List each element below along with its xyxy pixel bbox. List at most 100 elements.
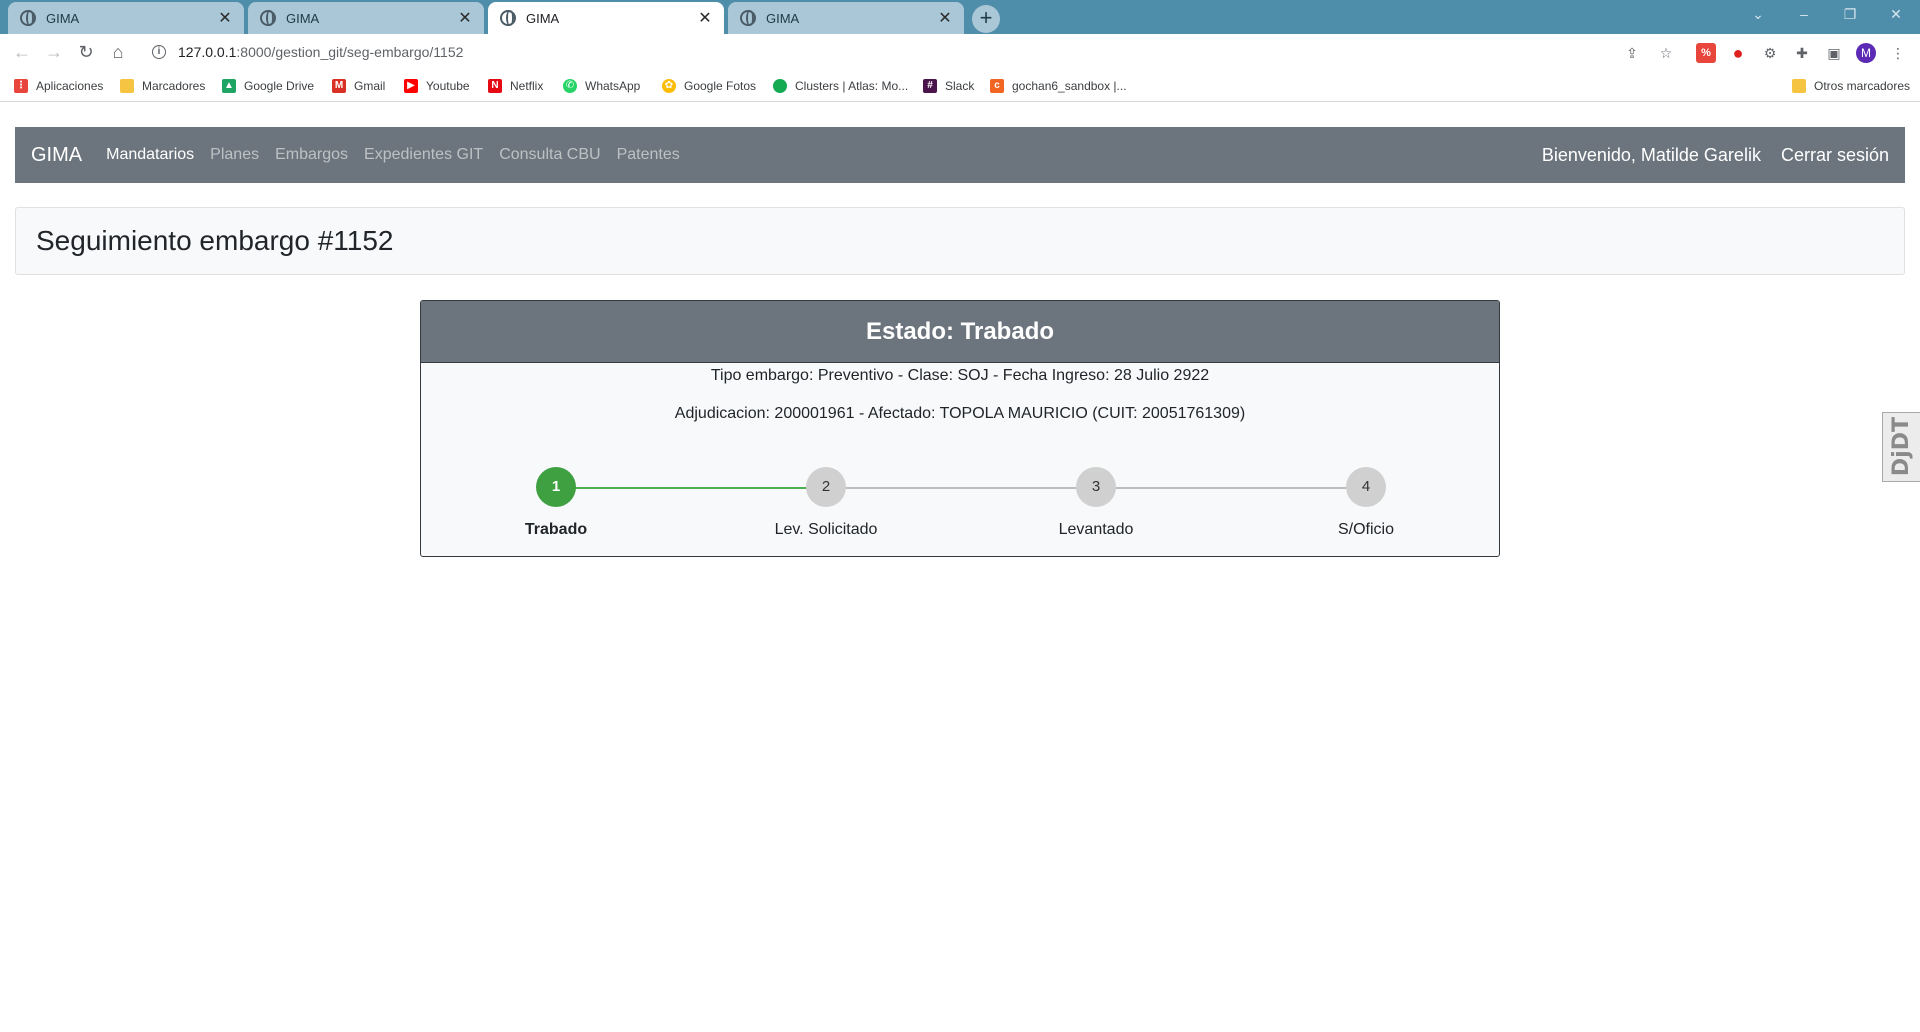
nav-link-expedientes-git[interactable]: Expedientes GIT — [364, 146, 483, 164]
tab-title: GIMA — [286, 10, 320, 26]
back-icon[interactable]: ← — [10, 40, 34, 64]
brand-logo[interactable]: GIMA — [31, 144, 82, 167]
tab-title: GIMA — [46, 10, 80, 26]
status-heading: Estado: Trabado — [421, 301, 1499, 363]
nav-user-area: Bienvenido, Matilde Garelik Cerrar sesió… — [1522, 145, 1889, 166]
bookmark-item[interactable]: ✿ Google Fotos — [662, 77, 756, 95]
minimize-button[interactable]: – — [1784, 6, 1824, 22]
step-label: Levantado — [1058, 521, 1134, 538]
site-info-icon[interactable]: i — [152, 45, 166, 59]
share-icon[interactable]: ⇪ — [1622, 43, 1642, 63]
browser-tab[interactable]: GIMA ✕ — [248, 2, 484, 34]
close-icon[interactable]: ✕ — [216, 8, 234, 28]
youtube-icon: ▶ — [404, 79, 418, 93]
step-label: S/Oficio — [1337, 521, 1394, 538]
restore-button[interactable]: ❐ — [1830, 6, 1870, 23]
bookmark-item[interactable]: ⋮ Aplicaciones — [14, 77, 103, 95]
bookmarks-bar: ⋮ Aplicaciones Marcadores ▲ Google Drive M… — [0, 70, 1920, 102]
extension-icon[interactable]: % — [1696, 43, 1716, 63]
step-lev-solicitado: 2 Lev. Solicitado — [726, 467, 926, 539]
welcome-text: Bienvenido, Matilde Garelik — [1541, 144, 1761, 165]
step-trabado: 1 Trabado — [456, 467, 656, 539]
debug-toolbar-label: DjDT — [1889, 417, 1914, 477]
bookmark-label: Google Fotos — [684, 79, 757, 93]
bookmark-star-icon[interactable]: ☆ — [1656, 43, 1676, 63]
nav-link-consulta-cbu[interactable]: Consulta CBU — [499, 146, 600, 164]
bookmark-item[interactable]: c gochan6_sandbox |... — [990, 77, 1127, 95]
avatar[interactable]: M — [1856, 43, 1876, 63]
tab-strip: GIMA ✕ GIMA ✕ GIMA ✕ GIMA ✕ + ⌄ – ❐ ✕ — [0, 0, 1920, 34]
menu-icon[interactable]: ⋮ — [1888, 43, 1908, 63]
page-title: Seguimiento embargo #1152 — [36, 225, 394, 256]
step-label: Lev. Solicitado — [774, 521, 878, 538]
tab-title: GIMA — [766, 10, 800, 26]
bookmark-item[interactable]: Clusters | Atlas: Mo... — [773, 77, 908, 95]
apps-grid-icon: ⋮ — [14, 79, 28, 93]
close-icon[interactable]: ✕ — [696, 8, 714, 28]
step-s-oficio: 4 S/Oficio — [1266, 467, 1466, 539]
browser-tab[interactable]: GIMA ✕ — [728, 2, 964, 34]
side-panel-icon[interactable]: ▣ — [1824, 43, 1844, 63]
bookmark-label: Gmail — [354, 79, 386, 93]
other-bookmarks-label: Otros marcadores — [1814, 79, 1911, 93]
gmail-icon: M — [332, 79, 346, 93]
bookmark-item[interactable]: N Netflix — [488, 77, 543, 95]
bookmark-item[interactable]: ▲ Google Drive — [222, 77, 314, 95]
slack-icon: # — [923, 79, 937, 93]
adjudicacion-details: Adjudicacion: 200001961 - Afectado: TOPO… — [674, 405, 1246, 422]
bookmark-item[interactable]: ✆ WhatsApp — [563, 77, 640, 95]
step-number: 2 — [806, 467, 846, 507]
bookmark-item[interactable]: # Slack — [923, 77, 974, 95]
embargo-status-card: Estado: Trabado Tipo embargo: Preventivo… — [420, 300, 1500, 557]
step-label: Trabado — [524, 521, 588, 538]
tab-title: GIMA — [526, 10, 560, 26]
bookmark-label: Marcadores — [142, 79, 206, 93]
new-tab-button[interactable]: + — [972, 5, 1000, 33]
tab-search-icon[interactable]: ⌄ — [1738, 6, 1778, 23]
netflix-icon: N — [488, 79, 502, 93]
other-bookmarks[interactable]: Otros marcadores — [1792, 77, 1910, 95]
browser-tab[interactable]: GIMA ✕ — [8, 2, 244, 34]
globe-icon — [740, 10, 756, 26]
bookmark-label: gochan6_sandbox |... — [1012, 79, 1127, 93]
bookmark-label: Aplicaciones — [36, 79, 104, 93]
google-drive-icon: ▲ — [222, 79, 236, 93]
bookmark-label: Youtube — [426, 79, 470, 93]
close-icon[interactable]: ✕ — [456, 8, 474, 28]
django-debug-toolbar-handle[interactable]: DjDT — [1882, 412, 1920, 482]
app-navbar: GIMA Mandatarios Planes Embargos Expedie… — [15, 127, 1905, 183]
step-number: 3 — [1076, 467, 1116, 507]
browser-toolbar: ← → ↻ ⌂ i 127.0.0.1:8000/gestion_git/seg… — [0, 34, 1920, 70]
nav-link-patentes[interactable]: Patentes — [617, 146, 680, 164]
bookmark-label: Google Drive — [244, 79, 315, 93]
reload-icon[interactable]: ↻ — [74, 40, 98, 64]
status-stepper: 1 Trabado 2 Lev. Solicitado 3 Levantado … — [421, 465, 1499, 545]
whatsapp-icon: ✆ — [563, 79, 577, 93]
step-levantado: 3 Levantado — [996, 467, 1196, 539]
step-number: 4 — [1346, 467, 1386, 507]
gear-icon[interactable]: ⚙ — [1760, 43, 1780, 63]
nav-link-planes[interactable]: Planes — [210, 146, 259, 164]
mongodb-icon — [773, 79, 787, 93]
browser-tab-active[interactable]: GIMA ✕ — [488, 2, 724, 34]
globe-icon — [500, 10, 516, 26]
logout-link[interactable]: Cerrar sesión — [1781, 145, 1889, 166]
close-icon[interactable]: ✕ — [936, 8, 954, 28]
bookmark-label: Slack — [945, 79, 975, 93]
adblock-extension-icon[interactable]: ● — [1728, 43, 1748, 63]
forward-icon[interactable]: → — [42, 40, 66, 64]
bookmark-label: WhatsApp — [585, 79, 641, 93]
bookmark-label: Clusters | Atlas: Mo... — [795, 79, 909, 93]
nav-link-embargos[interactable]: Embargos — [275, 146, 348, 164]
home-icon[interactable]: ⌂ — [106, 40, 130, 64]
address-bar[interactable]: i 127.0.0.1:8000/gestion_git/seg-embargo… — [140, 37, 1680, 67]
bookmark-item[interactable]: Marcadores — [120, 77, 205, 95]
nav-link-mandatarios[interactable]: Mandatarios — [106, 146, 194, 164]
bookmark-label: Netflix — [510, 79, 544, 93]
bookmark-item[interactable]: M Gmail — [332, 77, 385, 95]
puzzle-icon[interactable]: ✚ — [1792, 43, 1812, 63]
url-path: :8000/gestion_git/seg-embargo/1152 — [236, 44, 464, 60]
close-window-button[interactable]: ✕ — [1876, 6, 1916, 23]
cp-icon: c — [990, 79, 1004, 93]
bookmark-item[interactable]: ▶ Youtube — [404, 77, 470, 95]
